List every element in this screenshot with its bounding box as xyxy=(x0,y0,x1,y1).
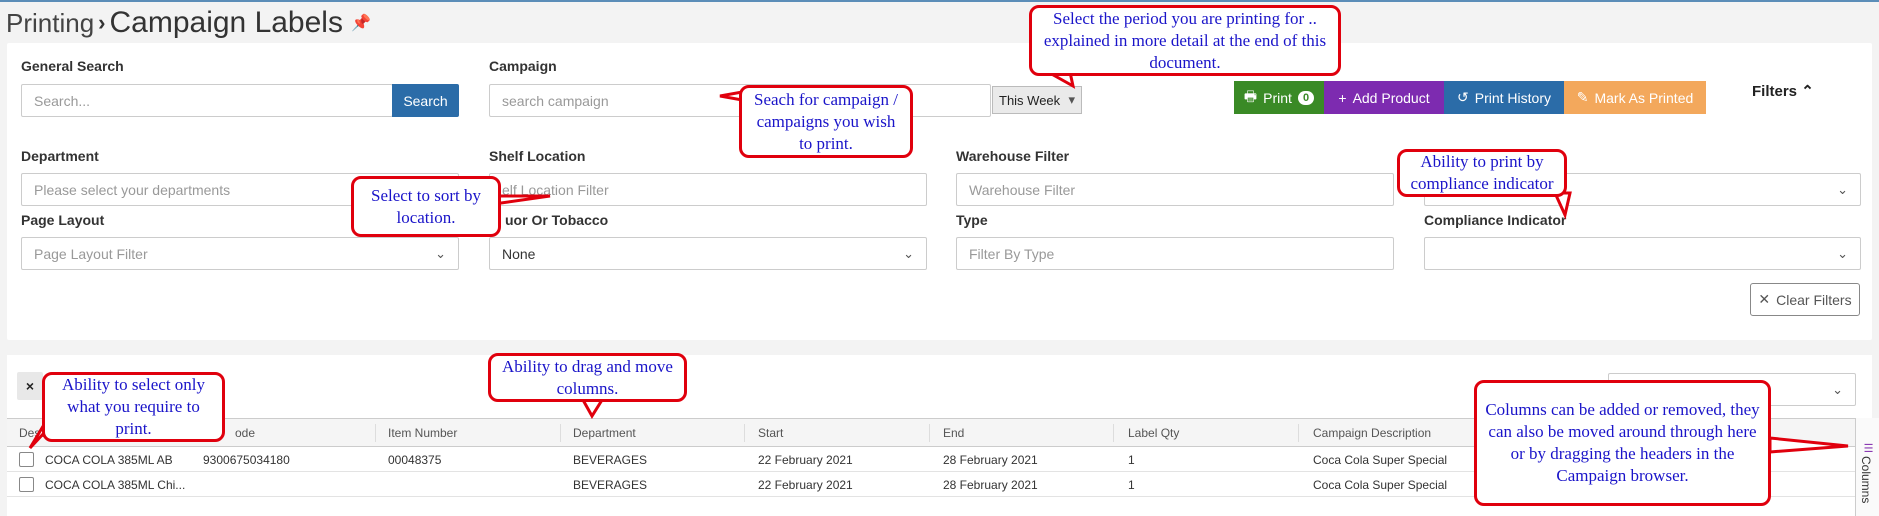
page-layout-select[interactable]: Page Layout Filter ⌄ xyxy=(21,237,459,270)
column-divider[interactable] xyxy=(375,424,376,442)
campaign-label: Campaign xyxy=(489,58,557,74)
cell-campaign-description: Coca Cola Super Special xyxy=(1313,478,1448,492)
callout-drag: Ability to drag and move columns. xyxy=(488,353,687,402)
history-icon: ↺ xyxy=(1457,89,1469,105)
columns-side-tab[interactable]: ☰ Columns xyxy=(1855,418,1879,516)
print-history-label: Print History xyxy=(1474,89,1551,106)
printer-icon: 🖶 xyxy=(1243,87,1258,104)
row-checkbox[interactable] xyxy=(19,477,34,492)
page-title-text: Campaign Labels xyxy=(109,6,343,39)
columns-tab-label: Columns xyxy=(1859,456,1873,504)
callout-select: Ability to select only what you require … xyxy=(42,372,225,442)
chevron-right-icon: › xyxy=(98,10,106,35)
liquor-tobacco-value: None xyxy=(502,245,536,262)
chevron-down-icon: ⌄ xyxy=(435,245,446,261)
page-layout-label: Page Layout xyxy=(21,212,105,228)
callout-campaign: Seach for campaign / campaigns you wish … xyxy=(739,85,913,158)
clear-filters-label: Clear Filters xyxy=(1776,291,1852,308)
filters-label: Filters xyxy=(1752,83,1798,100)
chevron-up-icon: ⌃ xyxy=(1801,83,1814,100)
eraser-icon: ✎ xyxy=(1576,89,1589,105)
chevron-down-icon: ⌄ xyxy=(1837,181,1848,197)
print-label: Print xyxy=(1263,89,1292,106)
callout-location: Select to sort by location. xyxy=(351,176,501,237)
row-checkbox[interactable] xyxy=(19,452,34,467)
callout-period: Select the period you are printing for .… xyxy=(1029,5,1341,76)
column-divider[interactable] xyxy=(1298,424,1299,442)
top-accent-line xyxy=(0,0,1879,2)
clear-filters-button[interactable]: ✕ Clear Filters xyxy=(1750,283,1860,316)
compliance-indicator-label: Compliance Indicator xyxy=(1424,212,1567,228)
page-title: Printing › Campaign Labels 📌 xyxy=(6,6,371,40)
print-history-button[interactable]: ↺ Print History xyxy=(1444,81,1564,114)
print-button[interactable]: 🖶 Print 0 xyxy=(1234,81,1324,114)
cell-label-qty: 1 xyxy=(1128,453,1135,467)
cell-description: COCA COLA 385ML Chi... xyxy=(45,478,186,492)
column-divider[interactable] xyxy=(929,424,930,442)
close-icon[interactable]: × xyxy=(17,372,43,400)
column-header-end[interactable]: End xyxy=(943,426,964,440)
chevron-down-icon: ⌄ xyxy=(1837,245,1848,261)
cell-department: BEVERAGES xyxy=(573,478,648,492)
callout-compliance: Ability to print by compliance indicator xyxy=(1397,149,1567,197)
cell-campaign-description: Coca Cola Super Special xyxy=(1313,453,1448,467)
add-product-button[interactable]: + Add Product xyxy=(1324,81,1444,114)
column-header-department[interactable]: Department xyxy=(573,426,636,440)
compliance-indicator-select[interactable]: ⌄ xyxy=(1424,237,1861,270)
shelf-location-label: Shelf Location xyxy=(489,148,586,164)
plus-icon: + xyxy=(1338,89,1347,106)
page-layout-placeholder: Page Layout Filter xyxy=(34,245,148,262)
type-label: Type xyxy=(956,212,988,228)
cell-end: 28 February 2021 xyxy=(943,478,1038,492)
period-value: This Week xyxy=(999,92,1061,108)
breadcrumb-printing[interactable]: Printing xyxy=(6,8,94,39)
column-header-start[interactable]: Start xyxy=(758,426,783,440)
shelf-location-input[interactable]: elf Location Filter xyxy=(489,173,927,206)
search-button[interactable]: Search xyxy=(392,84,459,117)
general-search-input[interactable]: Search... xyxy=(21,84,393,117)
close-icon: ✕ xyxy=(1758,291,1771,307)
pin-icon[interactable]: 📌 xyxy=(351,13,371,33)
columns-icon: ☰ xyxy=(1862,442,1874,455)
cell-department: BEVERAGES xyxy=(573,453,648,467)
warehouse-filter-input[interactable]: Warehouse Filter xyxy=(956,173,1394,206)
column-header-barcode[interactable]: ode xyxy=(235,426,255,440)
liquor-tobacco-label: uor Or Tobacco xyxy=(505,212,609,228)
cell-barcode: 9300675034180 xyxy=(203,453,290,467)
cell-item-number: 00048375 xyxy=(388,453,442,467)
chevron-down-icon: ▾ xyxy=(1068,92,1075,107)
department-label: Department xyxy=(21,148,99,164)
cell-description: COCA COLA 385ML AB xyxy=(45,453,173,467)
column-divider[interactable] xyxy=(1113,424,1114,442)
column-divider[interactable] xyxy=(560,424,561,442)
cell-end: 28 February 2021 xyxy=(943,453,1038,467)
cell-start: 22 February 2021 xyxy=(758,478,853,492)
filters-toggle[interactable]: Filters ⌃ xyxy=(1752,82,1814,100)
liquor-tobacco-select[interactable]: None ⌄ xyxy=(489,237,927,270)
cell-label-qty: 1 xyxy=(1128,478,1135,492)
callout-columns: Columns can be added or removed, they ca… xyxy=(1474,380,1771,506)
print-count-badge: 0 xyxy=(1297,90,1315,105)
type-filter-input[interactable]: Filter By Type xyxy=(956,237,1394,270)
cell-start: 22 February 2021 xyxy=(758,453,853,467)
column-header-item-number[interactable]: Item Number xyxy=(388,426,457,440)
column-divider[interactable] xyxy=(744,424,745,442)
chevron-down-icon: ⌄ xyxy=(903,245,914,261)
warehouse-filter-label: Warehouse Filter xyxy=(956,148,1070,164)
general-search-label: General Search xyxy=(21,58,124,74)
period-select[interactable]: This Week ▾ xyxy=(992,86,1082,114)
chevron-down-icon: ⌄ xyxy=(1832,381,1843,397)
add-product-label: Add Product xyxy=(1352,89,1430,106)
mark-printed-label: Mark As Printed xyxy=(1594,89,1694,106)
mark-as-printed-button[interactable]: ✎ Mark As Printed xyxy=(1564,81,1706,114)
column-header-label-qty[interactable]: Label Qty xyxy=(1128,426,1179,440)
column-header-campaign-description[interactable]: Campaign Description xyxy=(1313,426,1431,440)
